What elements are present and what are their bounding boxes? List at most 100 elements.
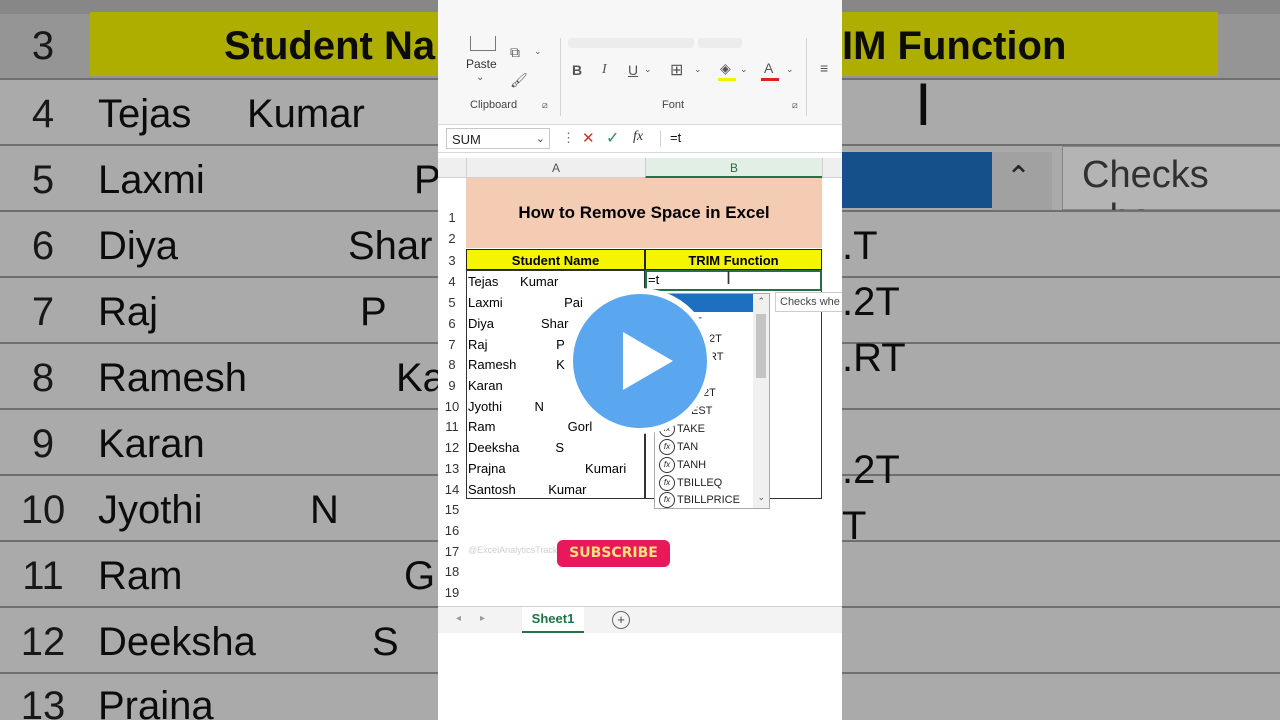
- font-color-icon[interactable]: A: [764, 60, 773, 76]
- row-number[interactable]: 17: [438, 544, 466, 559]
- autocomplete-item[interactable]: fx TAN: [659, 439, 698, 456]
- scroll-right-icon[interactable]: ▸: [480, 613, 485, 624]
- autocomplete-scroll-down-icon[interactable]: ⌄: [757, 492, 765, 503]
- student-name-cell[interactable]: Ramesh K: [468, 357, 565, 372]
- watermark: @ExcelAnalyticsTrack: [468, 545, 558, 555]
- student-name-cell[interactable]: Deeksha S: [468, 440, 564, 455]
- bg-right-fragment: .RT: [842, 336, 906, 380]
- header-student-name[interactable]: Student Name: [466, 249, 645, 270]
- bg-row-number: 6: [31, 224, 55, 268]
- row-number[interactable]: 10: [438, 399, 466, 414]
- active-cell-b4[interactable]: =t: [648, 272, 659, 287]
- student-name-cell[interactable]: Jyothi N: [468, 399, 544, 414]
- row-number[interactable]: 6: [438, 316, 466, 331]
- paste-icon[interactable]: [470, 36, 496, 51]
- paste-dropdown-icon[interactable]: ⌄: [476, 72, 484, 83]
- underline-dropdown-icon[interactable]: ⌄: [644, 64, 652, 75]
- row-number[interactable]: 13: [438, 461, 466, 476]
- student-name-cell[interactable]: Karan: [468, 378, 503, 393]
- select-all-corner[interactable]: [438, 158, 466, 178]
- row-number[interactable]: 11: [438, 419, 466, 434]
- function-tooltip: Checks whe: [775, 292, 842, 312]
- bg-row-number: 4: [31, 92, 55, 136]
- autocomplete-item[interactable]: fx TBILLPRICE: [659, 492, 740, 508]
- function-icon: fx: [659, 457, 675, 474]
- student-name-cell[interactable]: Diya Shar: [468, 316, 568, 331]
- bg-name: Jyothi: [98, 488, 203, 532]
- insert-function-button[interactable]: fx: [633, 129, 643, 145]
- autocomplete-scroll-up-icon[interactable]: ⌃: [757, 296, 765, 307]
- font-launcher-icon[interactable]: ⧄: [792, 100, 798, 111]
- bg-header-left: Student Na: [224, 24, 436, 68]
- function-icon: fx: [659, 439, 675, 456]
- align-icon[interactable]: ≡: [820, 60, 828, 76]
- row-number[interactable]: 1: [438, 210, 466, 225]
- fill-color-icon[interactable]: ◈: [720, 60, 731, 77]
- play-button[interactable]: [567, 288, 713, 434]
- italic-button[interactable]: I: [602, 62, 607, 78]
- row-number[interactable]: 12: [438, 440, 466, 455]
- bg-name: Raj: [98, 290, 159, 334]
- row-number[interactable]: 3: [438, 253, 466, 268]
- font-group-label: Font: [662, 99, 685, 111]
- row-number[interactable]: 8: [438, 357, 466, 372]
- subscribe-button[interactable]: SUBSCRIBE: [557, 540, 670, 567]
- borders-icon[interactable]: ⊞: [670, 60, 683, 80]
- column-header-c[interactable]: [822, 158, 842, 178]
- formula-input[interactable]: =t: [670, 130, 681, 145]
- name-box-dropdown-icon[interactable]: ⌄: [536, 129, 545, 150]
- sheet-tab-bar: ◂ ▸ Sheet1 +: [438, 606, 842, 633]
- header-trim-function[interactable]: TRIM Function: [645, 249, 822, 270]
- row-number[interactable]: 7: [438, 337, 466, 352]
- row-number[interactable]: 2: [438, 231, 466, 246]
- format-painter-icon[interactable]: 🖌: [510, 72, 528, 89]
- copy-dropdown-icon[interactable]: ⌄: [534, 46, 542, 57]
- font-color-dropdown-icon[interactable]: ⌄: [786, 64, 794, 75]
- row-number[interactable]: 19: [438, 585, 466, 600]
- bg-name: Deeksha: [98, 620, 256, 664]
- underline-button[interactable]: U: [628, 62, 638, 78]
- row-number[interactable]: 9: [438, 378, 466, 393]
- bg-fragment: S: [372, 620, 399, 664]
- student-name-cell[interactable]: Raj P: [468, 337, 565, 352]
- student-name-cell[interactable]: Santosh Kumar: [468, 482, 587, 497]
- row-number[interactable]: 5: [438, 295, 466, 310]
- bg-row-number: 5: [31, 158, 55, 202]
- clipboard-launcher-icon[interactable]: ⧄: [542, 100, 548, 111]
- paste-button[interactable]: Paste: [466, 57, 497, 71]
- borders-dropdown-icon[interactable]: ⌄: [694, 64, 702, 75]
- autocomplete-item[interactable]: fx TBILLEQ: [659, 475, 722, 492]
- bg-cursor-icon: I: [915, 71, 932, 138]
- bg-fragment: P: [360, 290, 387, 334]
- student-name-cell[interactable]: Prajna Kumari: [468, 461, 626, 476]
- row-number[interactable]: 14: [438, 482, 466, 497]
- sheet-title: How to Remove Space in Excel: [518, 203, 770, 222]
- student-name-cell[interactable]: Tejas Kumar: [468, 274, 558, 289]
- scroll-left-icon[interactable]: ◂: [456, 613, 461, 624]
- autocomplete-item[interactable]: fx TANH: [659, 457, 706, 474]
- bold-button[interactable]: B: [572, 62, 582, 78]
- bg-row-number: 7: [31, 290, 55, 334]
- copy-icon[interactable]: ⧉: [510, 44, 520, 61]
- sheet-tab-sheet1[interactable]: Sheet1: [522, 607, 584, 633]
- bg-name: Laxmi: [98, 158, 205, 202]
- enter-button[interactable]: ✓: [606, 128, 619, 148]
- bg-fragment: Shar: [348, 224, 433, 268]
- row-number[interactable]: 16: [438, 523, 466, 538]
- fill-dropdown-icon[interactable]: ⌄: [740, 64, 748, 75]
- row-number[interactable]: 4: [438, 274, 466, 289]
- bg-name: Ramesh: [98, 356, 247, 400]
- row-number[interactable]: 18: [438, 564, 466, 579]
- column-header-a[interactable]: A: [466, 158, 645, 178]
- autocomplete-scroll-thumb[interactable]: [756, 314, 766, 378]
- add-sheet-button[interactable]: +: [612, 611, 630, 629]
- name-box-value: SUM: [452, 132, 481, 147]
- bg-right-fragment: .2T: [842, 448, 900, 492]
- cancel-button[interactable]: ✕: [582, 129, 595, 147]
- row-number[interactable]: 15: [438, 502, 466, 517]
- student-name-cell[interactable]: Laxmi Pai: [468, 295, 583, 310]
- more-icon[interactable]: ⋮: [562, 130, 575, 146]
- function-icon: fx: [659, 492, 675, 508]
- name-box[interactable]: SUM ⌄: [446, 128, 550, 149]
- column-header-b[interactable]: B: [645, 158, 822, 178]
